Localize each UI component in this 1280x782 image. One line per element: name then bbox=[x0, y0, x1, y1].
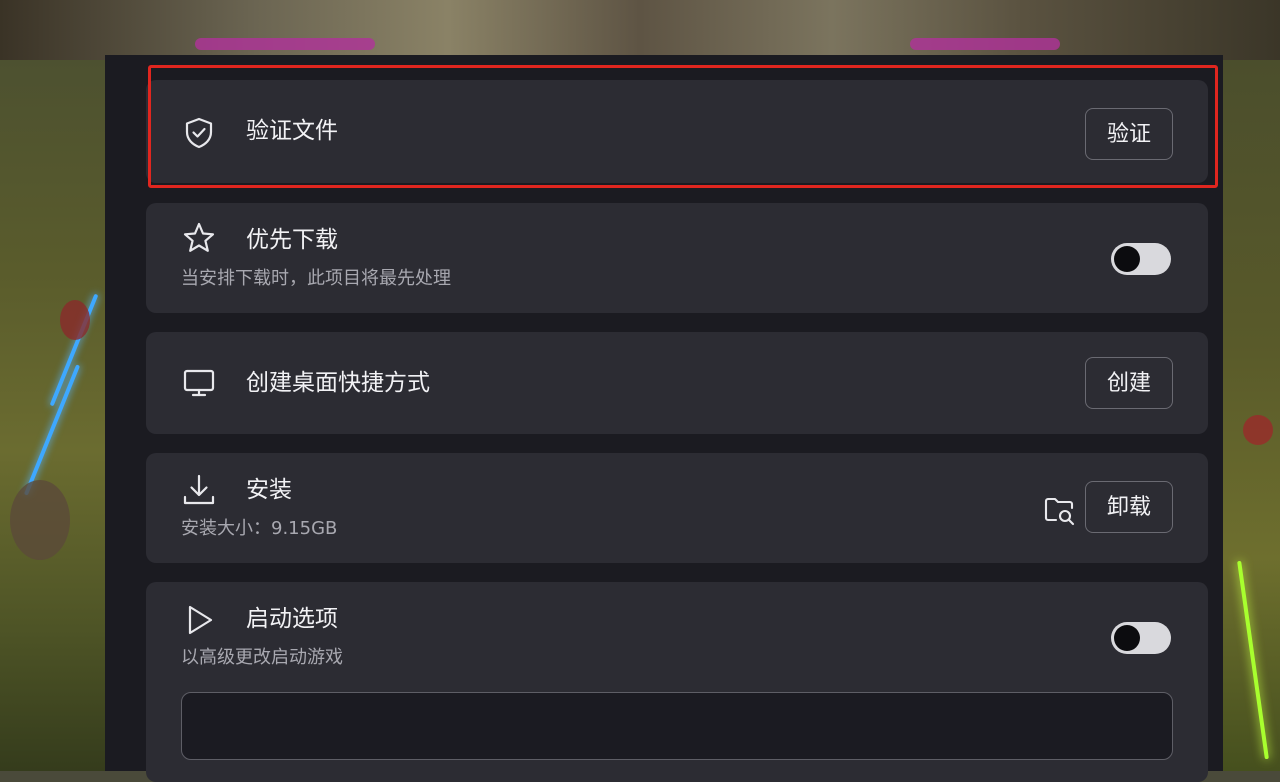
background-unit bbox=[60, 300, 90, 340]
background-scenery-right bbox=[1223, 60, 1280, 771]
verify-button[interactable]: 验证 bbox=[1085, 108, 1173, 160]
launch-options-description: 以高级更改启动游戏 bbox=[181, 647, 343, 668]
priority-download-row: 优先下载 当安排下载时，此项目将最先处理 bbox=[146, 203, 1208, 313]
background-unit bbox=[1243, 415, 1273, 445]
install-row: 安装 安装大小：9.15GB 卸载 bbox=[146, 453, 1208, 563]
install-size-description: 安装大小：9.15GB bbox=[181, 518, 338, 539]
game-properties-panel: 验证文件 验证 优先下载 当安排下载时，此项目将最先处理 创建桌面快捷方式 创建 bbox=[105, 55, 1223, 782]
background-glow bbox=[910, 38, 1060, 50]
background-effect bbox=[1237, 560, 1269, 760]
toggle-knob bbox=[1114, 625, 1140, 651]
priority-download-title: 优先下载 bbox=[246, 227, 338, 253]
play-icon bbox=[182, 603, 216, 637]
toggle-knob bbox=[1114, 246, 1140, 272]
background-scenery-top bbox=[0, 0, 1280, 60]
shield-check-icon bbox=[182, 116, 216, 150]
background-scenery-left bbox=[0, 60, 105, 771]
download-icon bbox=[182, 473, 216, 507]
star-icon bbox=[182, 221, 216, 255]
launch-options-toggle[interactable] bbox=[1111, 622, 1171, 654]
desktop-shortcut-title: 创建桌面快捷方式 bbox=[246, 370, 430, 396]
folder-search-icon[interactable] bbox=[1042, 493, 1078, 529]
background-unit bbox=[10, 480, 70, 560]
monitor-icon bbox=[182, 366, 216, 400]
background-effect bbox=[23, 364, 81, 496]
launch-options-input[interactable] bbox=[181, 692, 1173, 760]
launch-options-row: 启动选项 以高级更改启动游戏 bbox=[146, 582, 1208, 782]
verify-files-title: 验证文件 bbox=[246, 118, 338, 144]
verify-files-row: 验证文件 验证 bbox=[146, 80, 1208, 183]
launch-options-title: 启动选项 bbox=[246, 606, 338, 632]
priority-download-toggle[interactable] bbox=[1111, 243, 1171, 275]
desktop-shortcut-row: 创建桌面快捷方式 创建 bbox=[146, 332, 1208, 434]
uninstall-button[interactable]: 卸载 bbox=[1085, 481, 1173, 533]
install-title: 安装 bbox=[246, 477, 292, 503]
create-shortcut-button[interactable]: 创建 bbox=[1085, 357, 1173, 409]
priority-download-description: 当安排下载时，此项目将最先处理 bbox=[181, 268, 451, 289]
background-glow bbox=[195, 38, 375, 50]
